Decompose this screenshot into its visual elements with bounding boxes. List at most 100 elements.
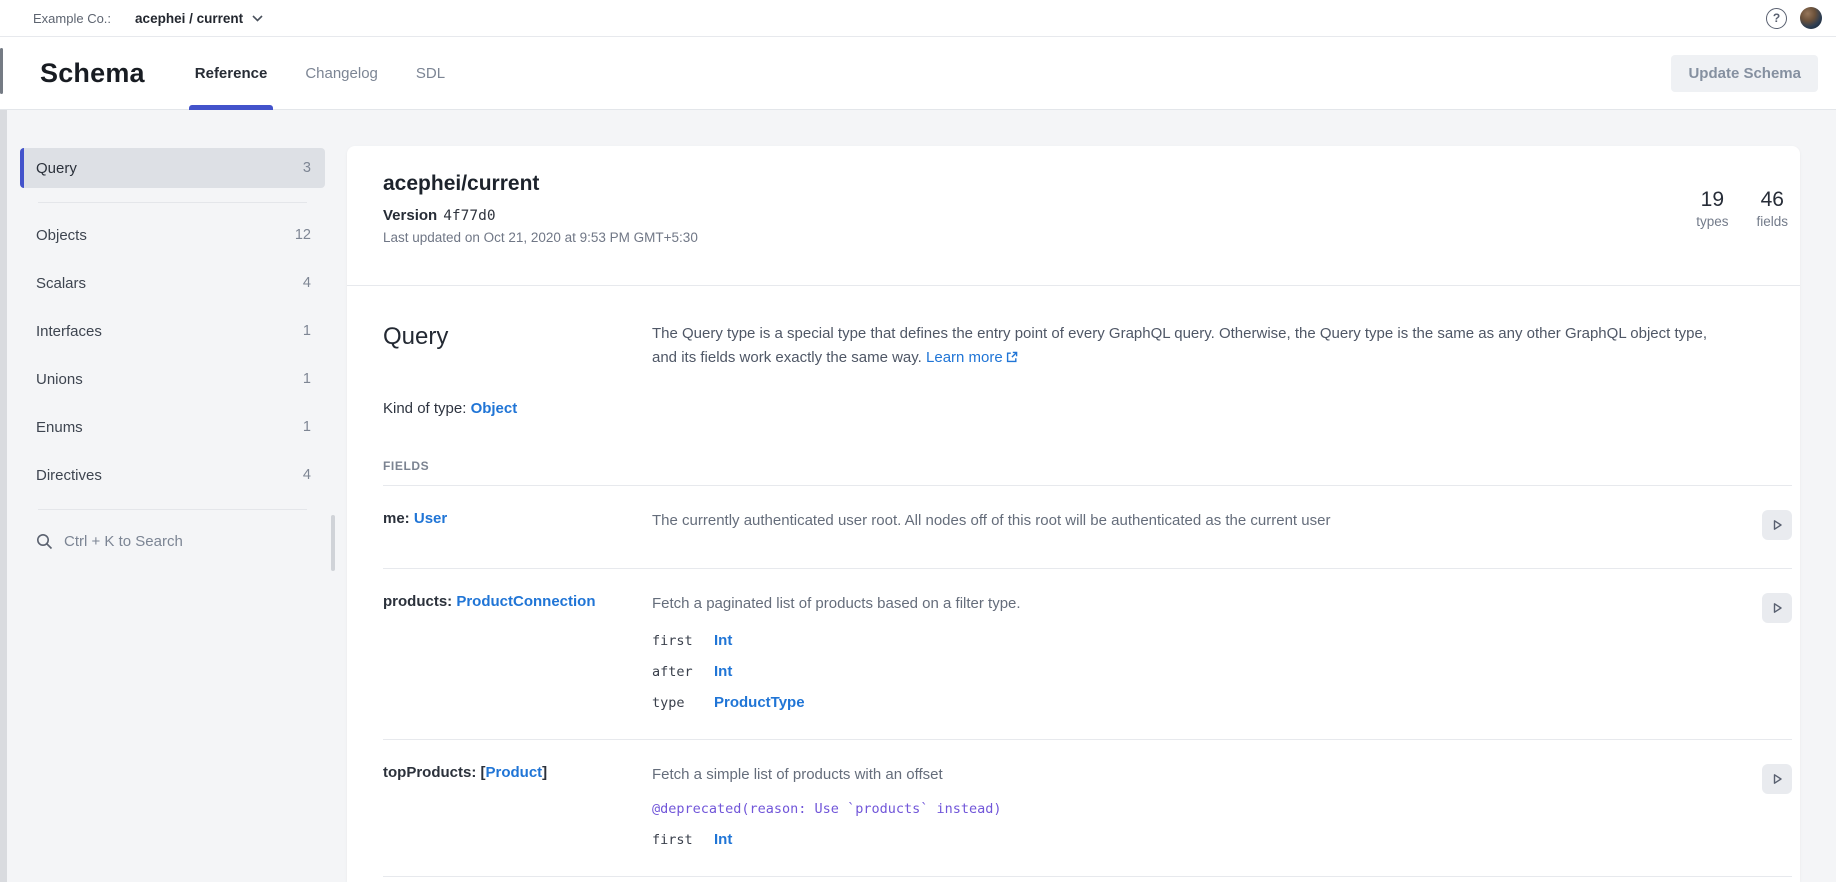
deprecated-annotation: @deprecated(reason: Use `products` inste…	[652, 801, 1672, 817]
user-avatar[interactable]	[1800, 7, 1822, 29]
arg-type-link[interactable]: Int	[714, 831, 732, 848]
kind-label: Kind of type:	[383, 400, 466, 417]
arg-row: type ProductType	[652, 694, 1672, 711]
run-query-button[interactable]	[1762, 510, 1792, 540]
type-section-query: Query The Query type is a special type t…	[347, 286, 1800, 877]
field-name: topProducts: [Product]	[383, 764, 652, 849]
arg-row: after Int	[652, 663, 1672, 680]
sidebar-item-label: Interfaces	[36, 323, 102, 340]
stat-value: 46	[1756, 188, 1788, 212]
tab-reference[interactable]: Reference	[195, 37, 268, 110]
stat-label: fields	[1756, 214, 1788, 229]
page-body: Query 3 Objects 12 Scalars 4 Interfaces …	[0, 110, 1836, 882]
arg-row: first Int	[652, 831, 1672, 848]
field-body: The currently authenticated user root. A…	[652, 510, 1762, 540]
sidebar-item-objects[interactable]: Objects 12	[20, 211, 325, 259]
sidebar-item-enums[interactable]: Enums 1	[20, 403, 325, 451]
field-row-me: me: User The currently authenticated use…	[383, 486, 1792, 569]
item-count: 12	[295, 227, 311, 243]
stat-types: 19 types	[1696, 188, 1728, 229]
argument-list: first Int after Int type ProductType	[652, 632, 1672, 711]
graph-meta: acephei/current Version 4f77d0 Last updat…	[383, 172, 698, 245]
sidebar-item-interfaces[interactable]: Interfaces 1	[20, 307, 325, 355]
arg-row: first Int	[652, 632, 1672, 649]
field-body: Fetch a paginated list of products based…	[652, 593, 1762, 711]
play-icon	[1770, 601, 1784, 615]
field-type-link[interactable]: ProductConnection	[456, 593, 595, 610]
version-label: Version	[383, 207, 437, 224]
run-query-button[interactable]	[1762, 593, 1792, 623]
sidebar-item-label: Enums	[36, 419, 83, 436]
sidebar-item-unions[interactable]: Unions 1	[20, 355, 325, 403]
top-bar-right: ?	[1766, 7, 1822, 29]
schema-sidebar: Query 3 Objects 12 Scalars 4 Interfaces …	[0, 110, 340, 882]
field-description: Fetch a paginated list of products based…	[652, 593, 1672, 616]
argument-list: first Int	[652, 831, 1672, 848]
field-row-topproducts: topProducts: [Product] Fetch a simple li…	[383, 740, 1792, 878]
search-icon	[36, 533, 53, 550]
top-bar: Example Co.: acephei / current ?	[0, 0, 1836, 37]
field-type-link[interactable]: Product	[486, 764, 543, 781]
tab-sdl[interactable]: SDL	[416, 37, 445, 110]
sidebar-item-label: Objects	[36, 227, 87, 244]
last-updated: Last updated on Oct 21, 2020 at 9:53 PM …	[383, 230, 698, 245]
sidebar-item-label: Directives	[36, 467, 102, 484]
window-scrollbar-thumb[interactable]	[0, 48, 3, 94]
fields-section-label: FIELDS	[383, 459, 1792, 473]
chevron-down-icon	[252, 15, 263, 22]
field-description: Fetch a simple list of products with an …	[652, 764, 1672, 787]
version-value: 4f77d0	[443, 208, 495, 224]
item-count: 1	[303, 371, 311, 387]
search-shortcut[interactable]: Ctrl + K to Search	[20, 518, 325, 564]
arg-type-link[interactable]: Int	[714, 663, 732, 680]
arg-type-link[interactable]: ProductType	[714, 694, 805, 711]
help-button[interactable]: ?	[1766, 8, 1787, 29]
sidebar-item-directives[interactable]: Directives 4	[20, 451, 325, 499]
sidebar-item-label: Unions	[36, 371, 83, 388]
app-root: Example Co.: acephei / current ? Schema …	[0, 0, 1836, 882]
page-header: Schema Reference Changelog SDL Update Sc…	[0, 37, 1836, 110]
graph-selector[interactable]: acephei / current	[135, 11, 263, 26]
search-hint-label: Ctrl + K to Search	[64, 533, 183, 550]
field-row-products: products: ProductConnection Fetch a pagi…	[383, 569, 1792, 740]
graph-title: acephei/current	[383, 172, 698, 196]
type-name: Query	[383, 322, 652, 370]
stat-value: 19	[1696, 188, 1728, 212]
run-query-button[interactable]	[1762, 764, 1792, 794]
field-description: The currently authenticated user root. A…	[652, 510, 1672, 533]
arg-name: first	[652, 633, 714, 649]
item-count: 4	[303, 467, 311, 483]
sidebar-divider	[38, 509, 307, 510]
kind-value-link[interactable]: Object	[471, 400, 518, 417]
item-count: 4	[303, 275, 311, 291]
play-icon	[1770, 518, 1784, 532]
field-type-link[interactable]: User	[414, 510, 447, 527]
learn-more-link[interactable]: Learn more	[926, 349, 1018, 366]
version-line: Version 4f77d0	[383, 207, 698, 224]
item-count: 3	[303, 160, 311, 176]
question-icon: ?	[1773, 11, 1780, 25]
type-header: Query The Query type is a special type t…	[383, 322, 1792, 370]
play-icon	[1770, 772, 1784, 786]
item-count: 1	[303, 419, 311, 435]
sidebar-item-label: Scalars	[36, 275, 86, 292]
sidebar-divider	[38, 202, 307, 203]
external-link-icon	[1006, 351, 1018, 363]
sidebar-item-label: Query	[36, 160, 77, 177]
schema-stats: 19 types 46 fields	[1696, 172, 1788, 229]
schema-card: acephei/current Version 4f77d0 Last updat…	[347, 146, 1800, 882]
arg-name: type	[652, 695, 714, 711]
stat-fields: 46 fields	[1756, 188, 1788, 229]
type-description: The Query type is a special type that de…	[652, 322, 1792, 370]
update-schema-button[interactable]: Update Schema	[1671, 55, 1818, 92]
org-label: Example Co.:	[33, 11, 111, 26]
sidebar-item-query[interactable]: Query 3	[20, 148, 325, 188]
sidebar-scrollbar-thumb[interactable]	[331, 515, 335, 571]
sidebar-item-scalars[interactable]: Scalars 4	[20, 259, 325, 307]
arg-type-link[interactable]: Int	[714, 632, 732, 649]
tab-bar: Reference Changelog SDL	[195, 37, 445, 110]
window-scrollbar-track	[0, 110, 7, 882]
tab-changelog[interactable]: Changelog	[305, 37, 378, 110]
arg-name: after	[652, 664, 714, 680]
kind-of-type: Kind of type: Object	[383, 400, 1792, 417]
